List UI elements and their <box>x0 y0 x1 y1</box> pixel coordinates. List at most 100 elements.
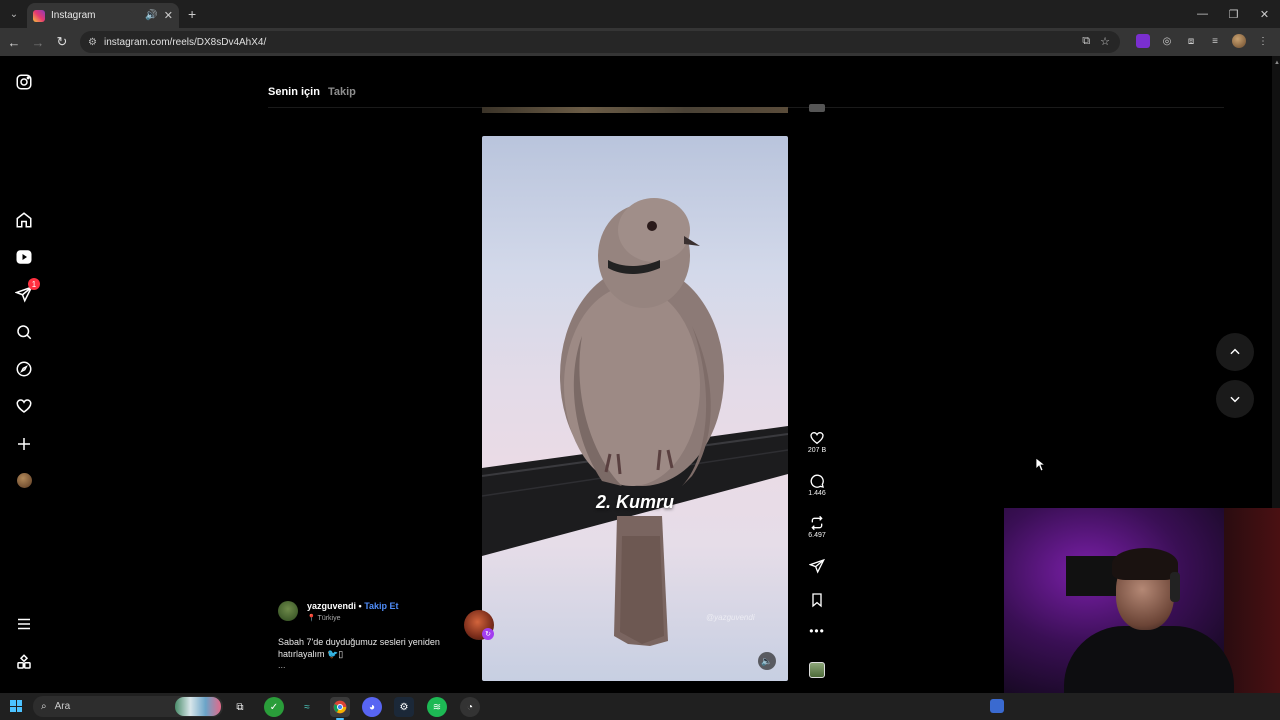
bookmark-star-icon[interactable]: ☆ <box>1100 35 1110 48</box>
repost-action[interactable]: 6.497 <box>800 515 834 539</box>
caption-more[interactable]: ... <box>278 660 286 670</box>
like-action[interactable]: 207 B <box>800 430 834 454</box>
repost-icon[interactable] <box>809 515 825 531</box>
windows-start-icon[interactable] <box>10 700 22 712</box>
tab-for-you[interactable]: Senin için <box>268 86 320 98</box>
back-arrow-icon[interactable]: ← <box>6 34 22 50</box>
app-green-icon[interactable]: ✓ <box>264 697 284 717</box>
taskbar-search-placeholder: Ara <box>54 701 71 712</box>
more-options-icon[interactable]: ••• <box>800 624 834 638</box>
url-text[interactable]: instagram.com/reels/DX8sDv4AhX4/ <box>104 37 266 48</box>
reel-watermark: @yazguvendi <box>706 613 755 622</box>
reels-icon[interactable] <box>14 247 34 267</box>
also-from-meta-icon[interactable] <box>14 652 34 672</box>
windows-taskbar: ⌕ Ara ⧉ ✓ ≈ ◕ ⚙ ≋ ◔ <box>0 693 1280 720</box>
bookmark-icon[interactable] <box>809 592 825 608</box>
author-avatar[interactable] <box>278 601 298 621</box>
audio-track-thumbnail[interactable] <box>809 662 825 678</box>
extensions-row: ◎ ⧈ ≡ ⋮ <box>1136 34 1270 48</box>
instagram-sidebar: 1 <box>0 56 48 688</box>
taskbar-search[interactable]: ⌕ Ara <box>33 696 223 717</box>
reload-icon[interactable]: ↻ <box>54 34 70 50</box>
tab-audio-icon[interactable]: 🔊 <box>145 10 157 21</box>
app-circle-icon[interactable]: ◔ <box>460 697 480 717</box>
author-username[interactable]: yazguvendi <box>307 601 356 611</box>
new-tab-button[interactable]: + <box>188 6 196 22</box>
collab-icon: ↻ <box>482 628 494 640</box>
task-view-icon[interactable]: ⧉ <box>230 697 250 717</box>
site-settings-icon[interactable]: ⚙ <box>88 37 97 48</box>
scroll-up-arrow-icon[interactable]: ▲ <box>1274 60 1280 66</box>
instagram-favicon-icon <box>33 9 45 22</box>
reels-feed-tabs: Senin için Takip <box>268 86 356 98</box>
profile-avatar-nav[interactable] <box>17 473 32 488</box>
create-plus-icon[interactable] <box>14 434 34 454</box>
share-action[interactable] <box>800 558 834 574</box>
browser-tab-bar: ⌄ Instagram 🔊 ✕ + — ❐ ✕ <box>0 0 1280 28</box>
extensions-puzzle-icon[interactable]: ⧈ <box>1184 34 1198 48</box>
dove-image <box>482 198 788 646</box>
mute-toggle-icon[interactable]: 🔈 <box>758 652 776 670</box>
webcam-overlay <box>1004 508 1280 720</box>
tab-close-icon[interactable]: ✕ <box>164 9 173 22</box>
audio-disc-avatar[interactable]: ↻ <box>464 610 494 640</box>
search-icon: ⌕ <box>41 701 47 712</box>
tray-app-icon[interactable] <box>990 699 1004 713</box>
webcam-person-hair <box>1112 548 1178 580</box>
chrome-icon[interactable] <box>330 697 350 720</box>
home-icon[interactable] <box>14 210 34 230</box>
install-app-icon[interactable]: ⧉ <box>1082 35 1090 48</box>
save-action[interactable] <box>800 592 834 608</box>
tab-title: Instagram <box>51 10 96 21</box>
next-reel-chevron-down-icon[interactable] <box>1216 380 1254 418</box>
location-line[interactable]: 📍 Türkiye <box>307 614 341 622</box>
messages-icon[interactable]: 1 <box>14 278 40 304</box>
like-count: 207 B <box>807 447 827 454</box>
spotify-icon[interactable]: ≋ <box>427 697 447 717</box>
address-bar[interactable]: ⚙ instagram.com/reels/DX8sDv4AhX4/ ⧉ ☆ <box>80 31 1120 53</box>
comment-action[interactable]: 1.446 <box>800 473 834 497</box>
app-wave-icon[interactable]: ≈ <box>297 697 317 717</box>
reel-caption: Sabah 7'de duyduğumuz sesleri yeniden ha… <box>278 637 440 659</box>
media-controls-icon[interactable]: ≡ <box>1208 34 1222 48</box>
notifications-heart-icon[interactable] <box>14 396 34 416</box>
discord-icon[interactable]: ◕ <box>362 697 382 717</box>
notification-badge: 1 <box>28 278 40 290</box>
profile-avatar[interactable] <box>1232 34 1246 48</box>
explore-compass-icon[interactable] <box>14 359 34 379</box>
more-menu-icon[interactable] <box>14 614 34 634</box>
extension-purple-icon[interactable] <box>1136 34 1150 48</box>
separator-dot: • <box>358 601 362 611</box>
location-text: Türkiye <box>317 615 341 622</box>
mouse-cursor-icon <box>1036 458 1046 472</box>
comment-count: 1.446 <box>808 490 826 497</box>
tab-following[interactable]: Takip <box>328 86 356 98</box>
browser-toolbar: ← → ↻ ⚙ instagram.com/reels/DX8sDv4AhX4/… <box>0 28 1280 56</box>
previous-reel-audio-thumb[interactable] <box>809 104 825 112</box>
comment-bubble-icon[interactable] <box>809 473 825 489</box>
reel-video[interactable]: 2. Kumru @yazguvendi 🔈 <box>482 136 788 681</box>
like-heart-icon[interactable] <box>809 430 825 446</box>
webcam-headset <box>1170 572 1180 602</box>
instagram-logo-icon[interactable] <box>14 72 34 92</box>
reel-overlay-title: 2. Kumru <box>595 492 674 512</box>
previous-reel-edge[interactable] <box>482 107 788 113</box>
search-icon[interactable] <box>14 322 34 342</box>
minimize-icon[interactable]: — <box>1187 0 1218 28</box>
location-pin-icon: 📍 <box>307 615 316 622</box>
extension-glasses-icon[interactable]: ◎ <box>1160 34 1174 48</box>
restore-icon[interactable]: ❐ <box>1218 0 1249 28</box>
close-window-icon[interactable]: ✕ <box>1249 0 1280 28</box>
steam-icon[interactable]: ⚙ <box>394 697 414 717</box>
share-send-icon[interactable] <box>809 558 825 574</box>
search-highlight-image[interactable] <box>175 697 221 716</box>
forward-arrow-icon[interactable]: → <box>30 34 46 50</box>
author-line: yazguvendi • Takip Et <box>307 601 399 611</box>
window-controls: — ❐ ✕ <box>1187 0 1280 28</box>
repost-count: 6.497 <box>808 532 826 539</box>
follow-button[interactable]: Takip Et <box>364 601 398 611</box>
previous-reel-chevron-up-icon[interactable] <box>1216 333 1254 371</box>
tab-list-chevron-icon[interactable]: ⌄ <box>6 6 22 22</box>
browser-tab-instagram[interactable]: Instagram 🔊 ✕ <box>27 3 179 28</box>
browser-menu-icon[interactable]: ⋮ <box>1256 34 1270 48</box>
